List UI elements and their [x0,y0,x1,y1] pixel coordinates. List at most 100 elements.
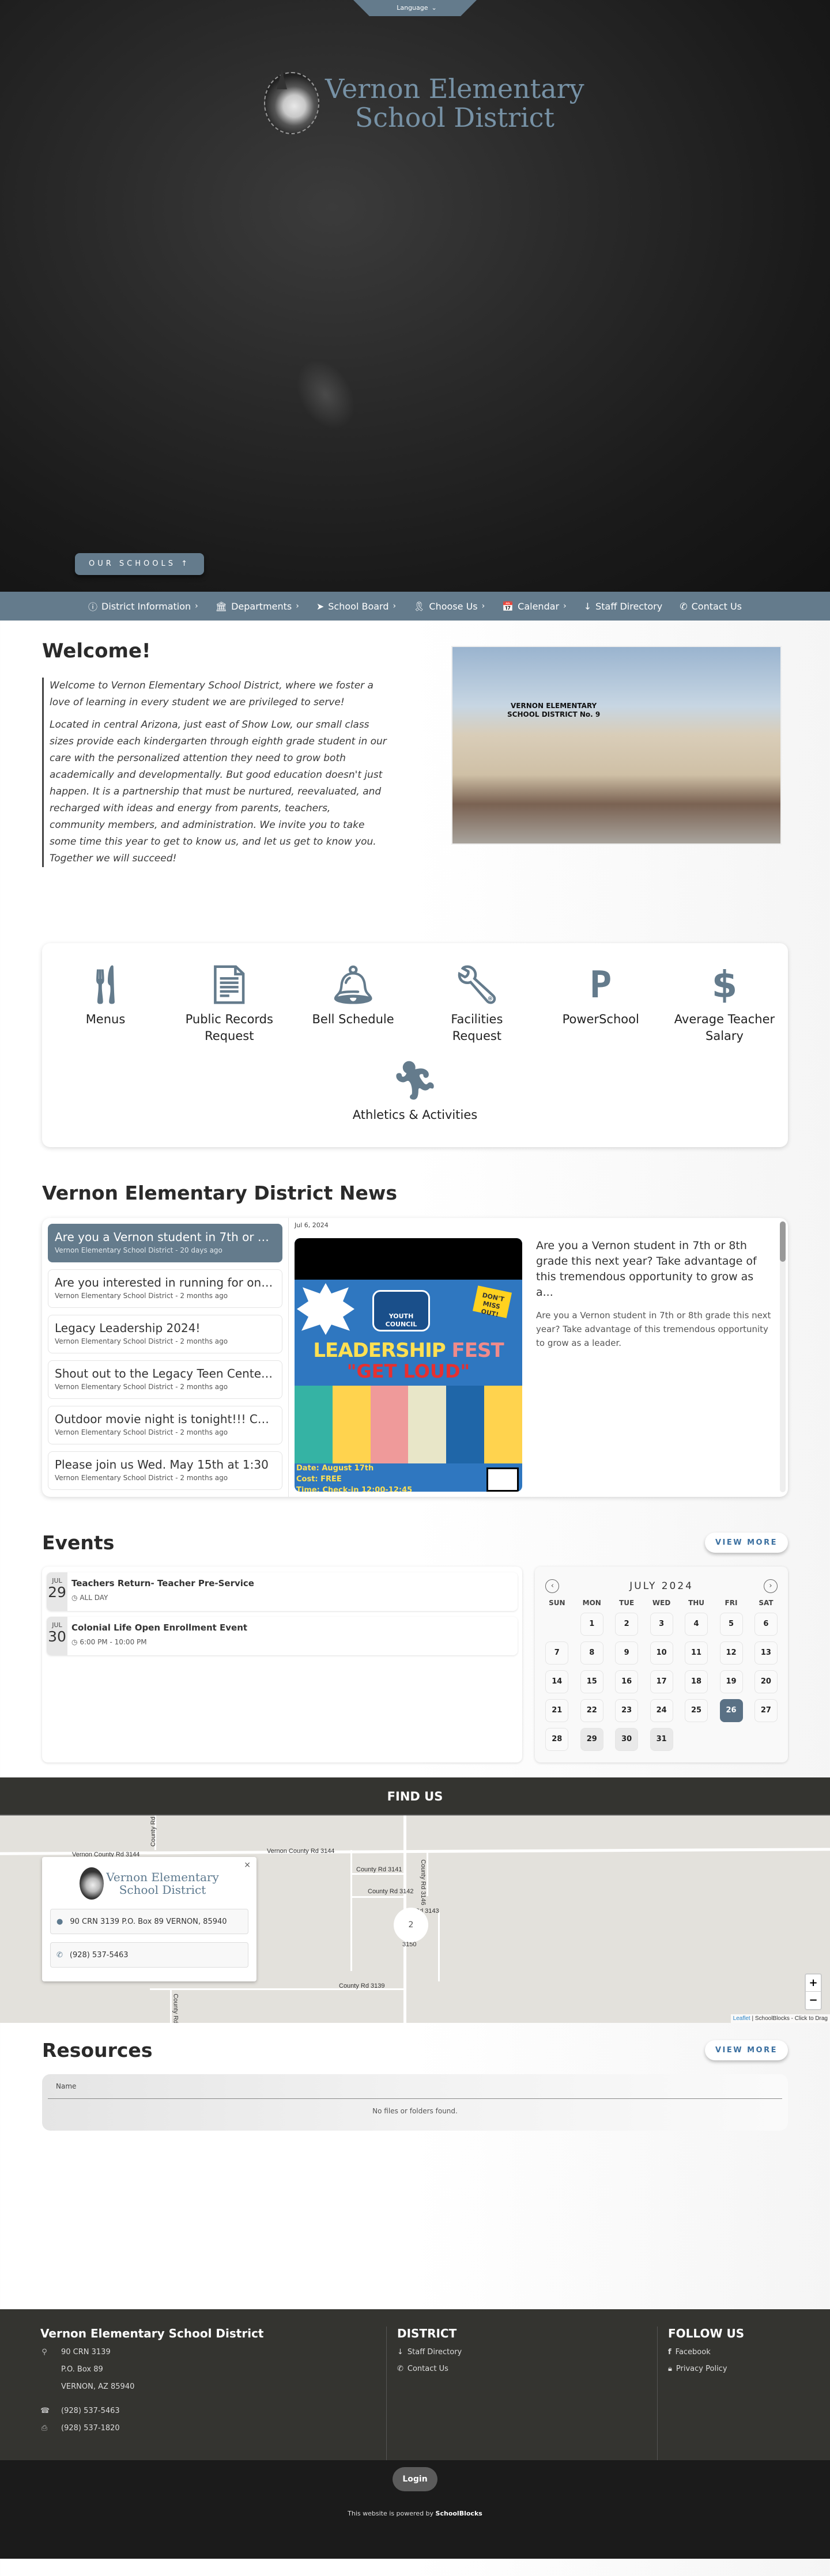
quick-link-athletics[interactable]: 🏃︎ Athletics & Activities [340,1055,490,1124]
calendar-day[interactable]: 23 [615,1699,639,1722]
site-logo[interactable]: Vernon Elementary School District [264,72,584,134]
zoom-in-button[interactable]: + [806,1974,821,1992]
login-button[interactable]: Login [393,2467,437,2491]
calendar-day[interactable]: 12 [719,1641,743,1665]
address-field[interactable]: ● 90 CRN 3139 P.O. Box 89 VERNON, 85940 [50,1909,248,1934]
schoolblocks-link[interactable]: SchoolBlocks [436,2510,482,2517]
nav-label: Choose Us [429,600,478,612]
quick-link-bell-schedule[interactable]: 🔔︎ Bell Schedule [301,959,405,1045]
news-item[interactable]: Are you interested in running for one of… [48,1269,282,1308]
leaflet-link[interactable]: Leaflet [733,2015,750,2022]
nav-staff-directory[interactable]: ↓ Staff Directory [584,601,663,612]
nav-label: Calendar [518,600,560,612]
news-item[interactable]: Please join us Wed. May 15th at 1:30 Vern… [48,1451,282,1490]
footer-link-staff-directory[interactable]: ↓ Staff Directory [397,2344,657,2361]
prev-month-button[interactable]: ‹ [545,1579,560,1593]
powerschool-icon: P [589,964,612,1007]
site-title-line2: School District [354,102,554,133]
flyer-burst [297,1283,354,1335]
news-item[interactable]: Shout out to the Legacy Teen Center for … [48,1360,282,1399]
events-view-more-button[interactable]: VIEW MORE [704,1533,788,1553]
running-icon: 🏃︎ [391,1060,439,1102]
phone-field[interactable]: ✆ (928) 537-5463 [50,1942,248,1968]
powered-by: This website is powered by SchoolBlocks [0,2510,830,2517]
calendar-day[interactable]: 15 [580,1670,603,1693]
calendar-day[interactable]: 21 [545,1699,569,1722]
footer-phone[interactable]: (928) 537-5463 [61,2403,120,2420]
footer-link-contact-us[interactable]: ✆ Contact Us [397,2361,657,2377]
calendar-day[interactable]: 13 [754,1641,778,1665]
calendar-day[interactable]: 1 [580,1613,603,1636]
calendar-day[interactable]: 30 [615,1728,639,1751]
footer-address-line: 90 CRN 3139 [61,2348,111,2356]
building-icon: 🏛 [215,600,228,612]
calendar-day[interactable]: 2 [615,1613,639,1636]
our-schools-button[interactable]: OUR SCHOOLS ↑ [75,553,204,575]
event-item[interactable]: JUL 30 Colonial Life Open Enrollment Even… [47,1617,518,1655]
footer-link-facebook[interactable]: f Facebook [668,2344,744,2361]
quick-link-powerschool[interactable]: P PowerSchool [549,959,652,1045]
calendar-day[interactable]: 5 [719,1613,743,1636]
bottom-bar: Login This website is powered by SchoolB… [0,2460,830,2559]
calendar-day[interactable]: 9 [615,1641,639,1665]
news-item[interactable]: Outdoor movie night is tonight!!! Celebr… [48,1406,282,1444]
calendar-day[interactable]: 31 [650,1728,673,1751]
nav-school-board[interactable]: ➤ School Board › [316,601,396,612]
calendar-day[interactable]: 14 [545,1670,569,1693]
calendar-day[interactable]: 10 [650,1641,673,1665]
calendar-day[interactable]: 28 [545,1728,569,1751]
calendar-day[interactable]: 16 [615,1670,639,1693]
map[interactable]: Vernon County Rd 3144 Vernon County Rd 3… [0,1815,830,2023]
flyer-time: Time: Check-in 12:00-12:45 [296,1486,413,1492]
nav-departments[interactable]: 🏛 Departments › [216,601,299,612]
qr-code-icon [486,1467,519,1492]
close-icon[interactable]: × [244,1860,251,1870]
footer-address-line: P.O. Box 89 [61,2365,103,2374]
event-item[interactable]: JUL 29 Teachers Return- Teacher Pre-Servi… [47,1572,518,1611]
calendar-day[interactable]: 22 [580,1699,603,1722]
zoom-out-button[interactable]: − [806,1992,821,2009]
calendar-day[interactable]: 18 [685,1670,708,1693]
calendar-day[interactable]: 26 [719,1699,743,1722]
map-zoom-control: + − [805,1973,822,2010]
news-item[interactable]: Legacy Leadership 2024! Vernon Elementary… [48,1315,282,1353]
calendar-day[interactable]: 7 [545,1641,569,1665]
sign-line: VERNON ELEMENTARY [511,702,597,710]
event-time: 6:00 PM - 10:00 PM [80,1638,147,1646]
nav-label: Contact Us [691,600,742,612]
calendar-day[interactable]: 17 [650,1670,673,1693]
next-month-button[interactable]: › [763,1579,778,1593]
footer-link-privacy-policy[interactable]: 🔒︎ Privacy Policy [668,2361,744,2377]
quick-link-public-records[interactable]: 📄︎ Public Records Request [178,959,281,1045]
calendar-day[interactable]: 3 [650,1613,673,1636]
news-item[interactable]: Are you a Vernon student in 7th or 8th g… [48,1224,282,1262]
calendar-day[interactable]: 6 [754,1613,778,1636]
calendar-day[interactable]: 11 [685,1641,708,1665]
quick-link-salary[interactable]: $ Average Teacher Salary [673,959,776,1045]
calendar-day[interactable]: 27 [754,1699,778,1722]
sign-line: SCHOOL DISTRICT No. 9 [507,710,601,718]
calendar-day[interactable]: 4 [685,1613,708,1636]
calendar-day[interactable]: 19 [719,1670,743,1693]
calendar-day[interactable]: 20 [754,1670,778,1693]
quick-link-menus[interactable]: 🍴︎ Menus [54,959,157,1045]
clock-icon: ◷ [71,1594,78,1602]
resources-view-more-button[interactable]: VIEW MORE [704,2040,788,2060]
news-headline: Are you a Vernon student in 7th or 8th g… [536,1239,757,1299]
scrollbar-thumb[interactable] [780,1221,786,1262]
calendar-day[interactable]: 29 [580,1728,603,1751]
nav-choose-us[interactable]: 🎗 Choose Us › [413,601,485,612]
calendar-day[interactable]: 25 [685,1699,708,1722]
news-scrollbar[interactable] [780,1221,786,1492]
map-road [350,1896,405,1898]
nav-district-information[interactable]: ⓘ District Information › [88,599,198,613]
nav-contact-us[interactable]: ✆ Contact Us [680,601,742,612]
column-header-name[interactable]: Name [48,2082,782,2099]
language-selector[interactable]: Language ⌄ [353,0,477,16]
map-marker-cluster[interactable]: 2 [394,1908,428,1942]
leadership-fest-flyer[interactable]: YOUTH COUNCIL DON'T MISS OUT! LEADERSHIP… [295,1238,522,1492]
calendar-day[interactable]: 8 [580,1641,603,1665]
nav-calendar[interactable]: 📅 Calendar › [502,601,566,612]
calendar-day[interactable]: 24 [650,1699,673,1722]
quick-link-facilities[interactable]: 🔧︎ Facilities Request [425,959,529,1045]
